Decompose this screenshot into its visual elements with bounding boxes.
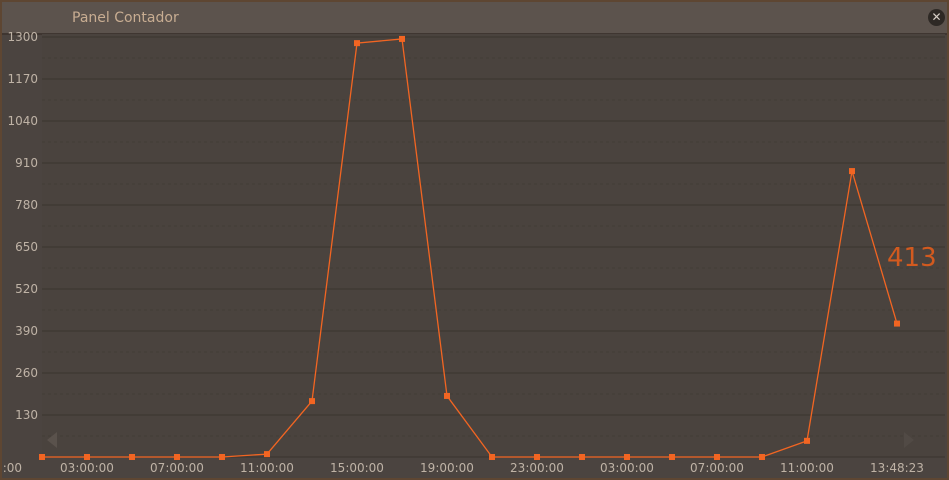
x-tick-label: 03:00:00 <box>60 461 114 475</box>
data-point[interactable] <box>264 451 270 458</box>
x-tick-label: 07:00:00 <box>690 461 744 475</box>
last-value-label: 413 <box>887 243 937 273</box>
x-tick-label: 23:00:00 <box>510 461 564 475</box>
y-tick-label: 1300 <box>7 30 38 44</box>
data-point[interactable] <box>444 392 450 399</box>
data-point[interactable] <box>714 454 720 460</box>
y-tick-label: 130 <box>15 408 38 422</box>
data-point[interactable] <box>219 454 225 460</box>
data-point[interactable] <box>84 454 90 460</box>
x-tick-label: 07:00:00 <box>150 461 204 475</box>
x-tick-label: 13:48:23 <box>870 461 924 475</box>
y-tick-label: 390 <box>15 324 38 338</box>
data-point[interactable] <box>354 40 360 47</box>
y-tick-label: 910 <box>15 156 38 170</box>
data-point[interactable] <box>624 454 630 460</box>
x-tick-label: 11:00:00 <box>240 461 294 475</box>
data-point[interactable] <box>894 320 900 327</box>
data-point[interactable] <box>804 437 810 444</box>
data-point[interactable] <box>579 454 585 460</box>
x-tick-label: 03:00:00 <box>600 461 654 475</box>
data-point[interactable] <box>489 454 495 460</box>
x-tick-label: 11:00:00 <box>780 461 834 475</box>
y-tick-label: 1040 <box>7 114 38 128</box>
data-point[interactable] <box>669 454 675 460</box>
y-tick-label: 260 <box>15 366 38 380</box>
data-point[interactable] <box>309 398 315 405</box>
x-tick-label: 19:00:00 <box>420 461 474 475</box>
data-point[interactable] <box>759 454 765 460</box>
data-point[interactable] <box>129 454 135 460</box>
y-tick-label: 650 <box>15 240 38 254</box>
y-tick-label: 1170 <box>7 72 38 86</box>
line-chart: 130 260 390 520 650 780 910 1040 1170 1300 :00 03:… <box>3 30 945 475</box>
y-tick-label: 780 <box>15 198 38 212</box>
x-tick-label: :00 <box>3 461 22 475</box>
x-tick-label: 15:00:00 <box>330 461 384 475</box>
data-point[interactable] <box>174 454 180 460</box>
data-point[interactable] <box>534 454 540 460</box>
y-tick-label: 520 <box>15 282 38 296</box>
data-point[interactable] <box>849 168 855 175</box>
data-point[interactable] <box>399 35 405 42</box>
data-point[interactable] <box>39 454 45 460</box>
